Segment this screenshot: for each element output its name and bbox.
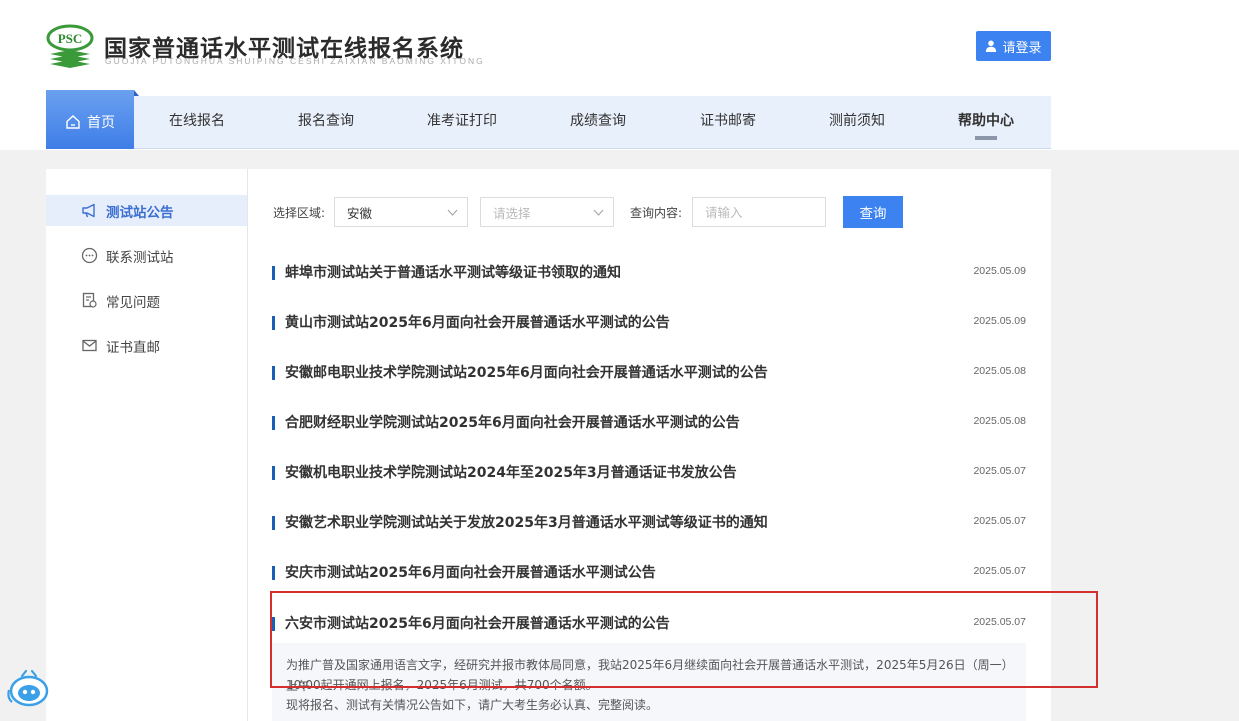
site-subtitle: GUOJIA PUTONGHUA SHUIPING CESHI ZAIXIAN …: [105, 56, 485, 66]
news-date: 2025.05.09: [973, 265, 1026, 277]
sidebar-item-label: 常见问题: [106, 294, 160, 311]
news-date: 2025.05.09: [973, 315, 1026, 327]
row-marker: [272, 466, 275, 480]
chat-icon: [81, 247, 98, 264]
sidebar-item-label: 证书直邮: [106, 339, 160, 356]
region-label: 选择区域:: [273, 206, 326, 220]
news-row[interactable]: 安徽艺术职业学院测试站关于发放2025年3月普通话水平测试等级证书的通知 202…: [272, 506, 1026, 556]
nav-registration-query[interactable]: 报名查询: [287, 96, 365, 149]
row-marker: [272, 566, 275, 580]
preview-line: 现将报名、测试有关情况公告如下，请广大考生务必认真、完整阅读。: [286, 698, 659, 712]
nav-certificate-mail[interactable]: 证书邮寄: [689, 96, 767, 149]
nav-pretest-notice[interactable]: 测前须知: [818, 96, 896, 149]
chevron-down-icon: [593, 209, 604, 216]
news-preview: 为推广普及国家通用语言文字，经研究并报市教体局同意，我站2025年6月继续面向社…: [272, 643, 1026, 721]
news-date: 2025.05.08: [973, 365, 1026, 377]
mail-icon: [82, 339, 97, 352]
preview-line: 10:00起开通网上报名，2025年6月测试，共700个名额。: [286, 678, 598, 692]
sidebar-item-contact[interactable]: 联系测试站: [46, 240, 247, 271]
news-row[interactable]: 安徽机电职业技术学院测试站2024年至2025年3月普通话证书发放公告 2025…: [272, 456, 1026, 506]
query-button[interactable]: 查询: [843, 196, 903, 228]
news-title[interactable]: 黄山市测试站2025年6月面向社会开展普通话水平测试的公告: [285, 312, 670, 332]
megaphone-icon: [82, 203, 95, 218]
province-select[interactable]: 安徽: [334, 197, 468, 227]
svg-text:PSC: PSC: [58, 31, 83, 46]
sidebar-item-announcements[interactable]: 测试站公告: [46, 195, 247, 226]
news-date: 2025.05.08: [973, 415, 1026, 427]
nav-admission-ticket[interactable]: 准考证打印: [416, 96, 508, 149]
sidebar: 测试站公告 联系测试站 常见问题 证书直邮: [46, 169, 248, 721]
login-button[interactable]: 请登录: [976, 31, 1051, 61]
login-label: 请登录: [1002, 40, 1042, 56]
row-marker: [272, 617, 275, 631]
news-title[interactable]: 合肥财经职业学院测试站2025年6月面向社会开展普通话水平测试的公告: [285, 412, 740, 432]
row-marker: [272, 516, 275, 530]
chevron-down-icon: [447, 209, 458, 216]
news-title[interactable]: 安庆市测试站2025年6月面向社会开展普通话水平测试公告: [285, 562, 656, 582]
sidebar-item-label: 联系测试站: [106, 249, 174, 266]
robot-assistant-icon[interactable]: [6, 668, 52, 708]
nav-score-query[interactable]: 成绩查询: [559, 96, 637, 149]
news-row[interactable]: 安庆市测试站2025年6月面向社会开展普通话水平测试公告 2025.05.07: [272, 556, 1026, 606]
news-row[interactable]: 蚌埠市测试站关于普通话水平测试等级证书领取的通知 2025.05.09: [272, 256, 1026, 306]
nav-help-center[interactable]: 帮助中心: [947, 96, 1025, 149]
query-input[interactable]: [692, 197, 826, 227]
news-row[interactable]: 安徽邮电职业技术学院测试站2025年6月面向社会开展普通话水平测试的公告 202…: [272, 356, 1026, 406]
news-date: 2025.05.07: [973, 465, 1026, 477]
city-placeholder: 请选择: [493, 205, 531, 221]
news-row[interactable]: 合肥财经职业学院测试站2025年6月面向社会开展普通话水平测试的公告 2025.…: [272, 406, 1026, 456]
main-nav: 首页 在线报名 报名查询 准考证打印 成绩查询 证书邮寄 测前须知 帮助中心: [46, 90, 1051, 149]
sidebar-item-faq[interactable]: 常见问题: [46, 285, 247, 316]
news-title[interactable]: 蚌埠市测试站关于普通话水平测试等级证书领取的通知: [285, 262, 621, 282]
nav-home[interactable]: 首页: [46, 90, 139, 149]
province-value: 安徽: [347, 205, 373, 221]
nav-home-label: 首页: [87, 114, 115, 131]
sidebar-item-certificate-mail[interactable]: 证书直邮: [46, 330, 247, 361]
news-date: 2025.05.07: [973, 515, 1026, 527]
news-row[interactable]: 黄山市测试站2025年6月面向社会开展普通话水平测试的公告 2025.05.09: [272, 306, 1026, 356]
news-title[interactable]: 安徽机电职业技术学院测试站2024年至2025年3月普通话证书发放公告: [285, 462, 737, 482]
user-icon: [986, 40, 997, 52]
news-title[interactable]: 安徽邮电职业技术学院测试站2025年6月面向社会开展普通话水平测试的公告: [285, 362, 768, 382]
nav-online-registration[interactable]: 在线报名: [158, 96, 236, 149]
row-marker: [272, 266, 275, 280]
psc-logo: PSC: [46, 24, 94, 68]
row-marker: [272, 416, 275, 430]
row-marker: [272, 366, 275, 380]
nav-active-indicator: [975, 136, 997, 140]
sidebar-item-label: 测试站公告: [106, 204, 174, 221]
news-title[interactable]: 六安市测试站2025年6月面向社会开展普通话水平测试的公告: [285, 613, 670, 633]
news-date: 2025.05.07: [973, 565, 1026, 577]
news-date: 2025.05.07: [973, 616, 1026, 628]
city-select[interactable]: 请选择: [480, 197, 614, 227]
home-icon: [66, 114, 80, 129]
document-question-icon: [82, 292, 97, 308]
row-marker: [272, 316, 275, 330]
news-title[interactable]: 安徽艺术职业学院测试站关于发放2025年3月普通话水平测试等级证书的通知: [285, 512, 768, 532]
query-label: 查询内容:: [630, 206, 683, 220]
